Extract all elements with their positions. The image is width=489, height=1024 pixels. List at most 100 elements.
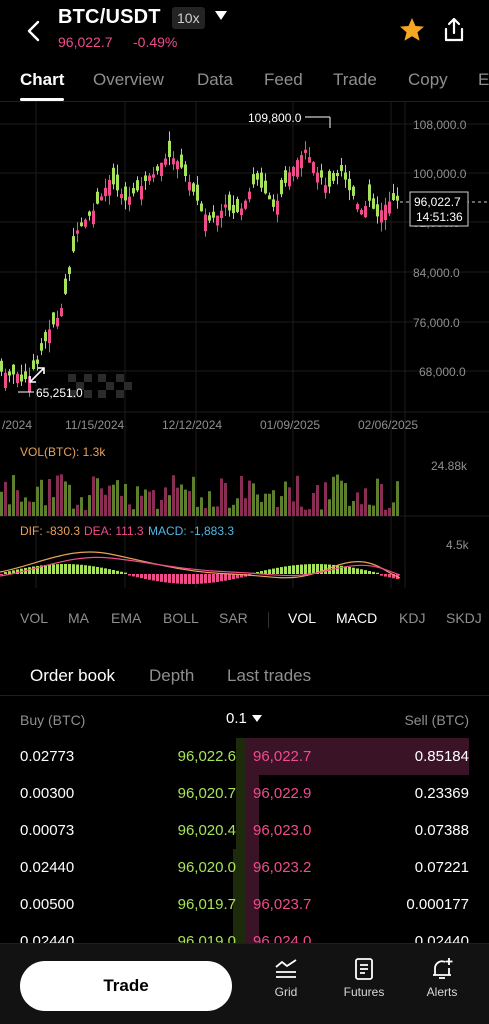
tab-last-trades[interactable]: Last trades bbox=[227, 666, 311, 686]
share-icon[interactable] bbox=[441, 16, 467, 44]
volume-bar bbox=[176, 487, 179, 516]
volume-bar bbox=[252, 483, 255, 516]
indicator-sar[interactable]: SAR bbox=[219, 610, 248, 626]
volume-bar bbox=[116, 480, 119, 516]
macd-bar bbox=[312, 564, 315, 574]
macd-bar bbox=[300, 564, 303, 574]
tab-depth[interactable]: Depth bbox=[149, 666, 194, 686]
candle-body bbox=[192, 183, 195, 192]
futures-nav[interactable]: Futures bbox=[334, 956, 394, 1016]
favorite-star-icon[interactable] bbox=[398, 16, 426, 44]
tab-more[interactable]: E bbox=[478, 70, 489, 90]
macd-bar bbox=[112, 569, 115, 574]
candle-body bbox=[60, 308, 63, 317]
buy-price: 96,022.6 bbox=[177, 748, 236, 765]
orderbook-row[interactable]: 0.00073 96,020.4 96,023.0 0.07388 bbox=[0, 812, 489, 849]
indicator-kdj[interactable]: KDJ bbox=[399, 610, 425, 626]
countdown-label: 14:51:36 bbox=[416, 210, 463, 224]
volume-bar bbox=[64, 481, 67, 516]
volume-bar bbox=[136, 486, 139, 516]
macd-dea: DEA: 111.3 bbox=[84, 524, 144, 538]
sell-qty: 0.000177 bbox=[406, 896, 469, 913]
pair-title[interactable]: BTC/USDT bbox=[58, 6, 161, 29]
volume-bar bbox=[20, 501, 23, 516]
price-chart[interactable]: 109,800.0 65,251.0 108,000.0 100,000.0 9… bbox=[0, 102, 489, 600]
macd-bar bbox=[168, 574, 171, 583]
low-label: 65,251.0 bbox=[36, 386, 83, 400]
y-tick: 84,000.0 bbox=[413, 266, 460, 280]
sell-price: 96,023.7 bbox=[253, 896, 312, 913]
candle-body bbox=[84, 219, 87, 227]
indicator-ma[interactable]: MA bbox=[68, 610, 89, 626]
tab-order-book[interactable]: Order book bbox=[30, 666, 115, 686]
candle-body bbox=[248, 191, 251, 200]
orderbook-row[interactable]: 0.00300 96,020.7 96,022.9 0.23369 bbox=[0, 775, 489, 812]
macd-bar bbox=[160, 574, 163, 582]
alerts-nav[interactable]: Alerts bbox=[412, 956, 472, 1016]
volume-bar bbox=[68, 484, 71, 516]
macd-bar bbox=[108, 569, 111, 574]
candle-body bbox=[284, 170, 287, 183]
tab-chart[interactable]: Chart bbox=[20, 70, 64, 90]
indicator-macd[interactable]: MACD bbox=[336, 610, 377, 626]
macd-bar bbox=[184, 574, 187, 584]
candle-body bbox=[340, 165, 343, 171]
tab-feed[interactable]: Feed bbox=[264, 70, 303, 90]
macd-bar bbox=[364, 570, 367, 574]
sell-price: 96,022.9 bbox=[253, 785, 312, 802]
candle-body bbox=[32, 360, 35, 370]
tab-trade[interactable]: Trade bbox=[333, 70, 377, 90]
buy-price: 96,020.0 bbox=[177, 859, 236, 876]
macd-bar bbox=[200, 574, 203, 584]
volume-bar bbox=[216, 506, 219, 516]
volume-bar bbox=[388, 507, 391, 516]
macd-bar bbox=[220, 574, 223, 582]
macd-bar bbox=[140, 574, 143, 579]
candle-body bbox=[36, 359, 39, 364]
step-selector[interactable]: 0.1 bbox=[226, 710, 247, 727]
volume-bar bbox=[140, 495, 143, 516]
volume-bar bbox=[320, 509, 323, 516]
volume-bar bbox=[296, 475, 299, 516]
volume-bar bbox=[196, 506, 199, 516]
bid-depth-bar bbox=[236, 738, 245, 775]
trade-button[interactable]: Trade bbox=[20, 961, 232, 1011]
chevron-down-icon[interactable] bbox=[252, 715, 262, 723]
volume-bar bbox=[280, 496, 283, 516]
macd-dif: DIF: -830.3 bbox=[20, 524, 80, 538]
macd-bar bbox=[156, 574, 159, 582]
volume-bar bbox=[56, 475, 59, 516]
candle-body bbox=[388, 201, 391, 214]
indicator-vol[interactable]: VOL bbox=[20, 610, 48, 626]
leverage-badge[interactable]: 10x bbox=[172, 7, 205, 29]
volume-bar bbox=[0, 491, 3, 516]
indicator-ema[interactable]: EMA bbox=[111, 610, 141, 626]
buy-qty: 0.02773 bbox=[20, 748, 75, 765]
back-arrow-icon[interactable] bbox=[22, 18, 46, 44]
vol-max: 24.88k bbox=[431, 459, 468, 473]
indicator-vol-sub[interactable]: VOL bbox=[288, 610, 316, 626]
high-label: 109,800.0 bbox=[248, 111, 302, 125]
volume-bar bbox=[356, 492, 359, 516]
macd-bar bbox=[308, 564, 311, 574]
volume-bar bbox=[236, 498, 239, 516]
alerts-label: Alerts bbox=[426, 985, 458, 999]
orderbook-row[interactable]: 0.02773 96,022.6 96,022.7 0.85184 bbox=[0, 738, 489, 775]
orderbook-row[interactable]: 0.02440 96,020.0 96,023.2 0.07221 bbox=[0, 849, 489, 886]
grid-nav[interactable]: Grid bbox=[256, 956, 316, 1016]
macd-bar bbox=[104, 568, 107, 574]
volume-bar bbox=[80, 497, 83, 516]
chevron-down-icon[interactable] bbox=[214, 10, 228, 22]
tab-data[interactable]: Data bbox=[197, 70, 233, 90]
volume-bar bbox=[84, 509, 87, 516]
tab-copy[interactable]: Copy bbox=[408, 70, 448, 90]
orderbook-row[interactable]: 0.00500 96,019.7 96,023.7 0.000177 bbox=[0, 886, 489, 923]
x-tick: 02/06/2025 bbox=[358, 418, 418, 432]
macd-bar bbox=[144, 574, 147, 579]
indicator-skdj[interactable]: SKDJ bbox=[446, 610, 482, 626]
volume-bar bbox=[192, 476, 195, 516]
indicator-boll[interactable]: BOLL bbox=[163, 610, 199, 626]
tab-overview[interactable]: Overview bbox=[93, 70, 164, 90]
candle-body bbox=[356, 204, 359, 210]
volume-bar bbox=[48, 479, 51, 516]
